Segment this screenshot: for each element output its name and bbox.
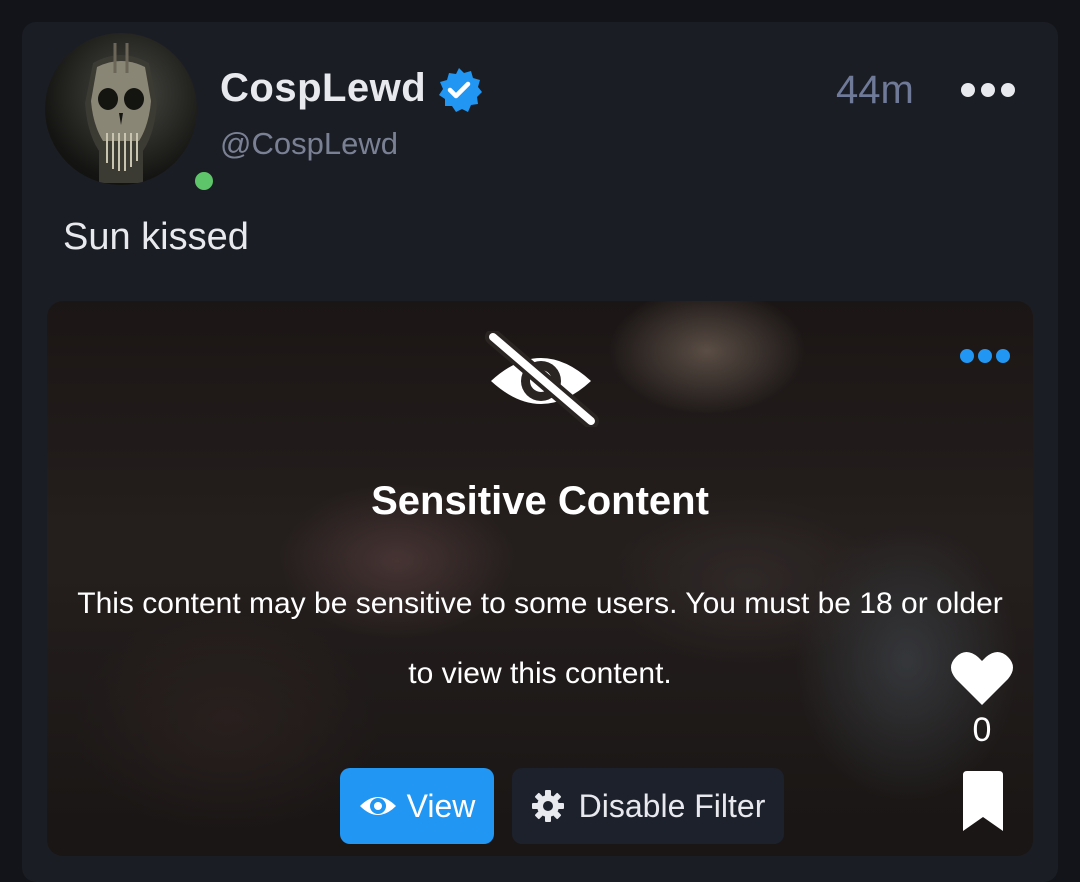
disable-filter-button[interactable]: Disable Filter	[512, 768, 784, 844]
author-display-name[interactable]: CospLewd	[220, 66, 426, 111]
online-status-dot	[191, 168, 217, 194]
view-button-label: View	[406, 787, 476, 824]
author-handle[interactable]: @CospLewd	[220, 126, 398, 162]
media-more-icon[interactable]	[959, 347, 1011, 365]
disable-filter-label: Disable Filter	[578, 787, 766, 824]
author-avatar-wrap[interactable]	[45, 33, 217, 194]
like-count: 0	[972, 711, 992, 749]
bookmark-icon[interactable]	[959, 771, 1007, 833]
sensitive-media-container: Sensitive Content This content may be se…	[47, 301, 1033, 856]
eye-slash-icon	[485, 331, 599, 427]
verified-badge-icon	[439, 68, 482, 112]
avatar[interactable]	[45, 33, 197, 185]
heart-icon[interactable]	[950, 649, 1014, 707]
eye-icon	[359, 797, 396, 815]
post-caption: Sun kissed	[63, 216, 249, 258]
gear-icon	[531, 790, 564, 822]
post-timestamp: 44m	[836, 68, 914, 112]
sensitive-content-title: Sensitive Content	[371, 479, 709, 523]
skull-mask-image	[85, 43, 157, 183]
more-horizontal-icon[interactable]	[960, 78, 1016, 102]
post-card: CospLewd @CospLewd 44m Sun kissed Sensit…	[22, 22, 1058, 882]
sensitive-content-message: This content may be sensitive to some us…	[77, 587, 1003, 690]
view-button[interactable]: View	[340, 768, 494, 844]
